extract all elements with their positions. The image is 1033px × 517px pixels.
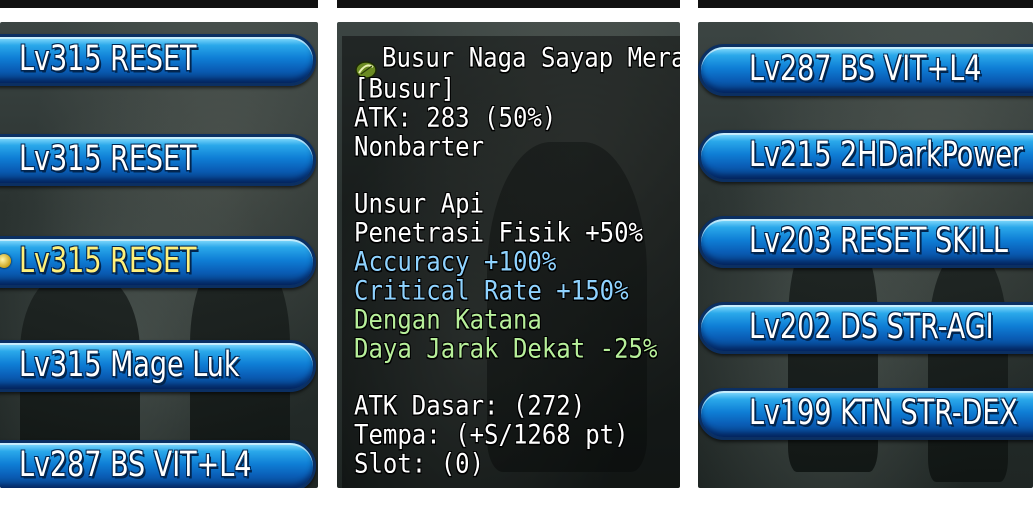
list-item-label: Lv215 2HDarkPower (749, 135, 1024, 176)
item-tooltip: Busur Naga Sayap Merah [Busur] ATK: 283 … (342, 36, 680, 488)
item-atk: ATK: 283 (50%) (354, 102, 557, 134)
item-element: Unsur Api (354, 188, 485, 220)
list-item[interactable]: Lv202 DS STR-AGI (698, 302, 1033, 354)
item-cond-melee: Daya Jarak Dekat -25% (354, 333, 658, 365)
list-item-label: Lv287 BS VIT+L4 (749, 49, 982, 90)
list-item-label: Lv287 BS VIT+L4 (19, 445, 252, 486)
list-item-label: Lv202 DS STR-AGI (749, 307, 994, 348)
list-item[interactable]: Lv315 RESET (0, 34, 316, 86)
item-stat-accuracy: Accuracy +100% (354, 246, 557, 278)
list-item[interactable]: Lv315 Mage Luk (0, 340, 316, 392)
background-rock (928, 252, 1008, 482)
item-stat-crit: Critical Rate +150% (354, 275, 629, 307)
item-refine: Tempa: (+S/1268 pt) (354, 419, 629, 451)
item-category: [Busur] (354, 73, 456, 105)
right-list-panel: Lv287 BS VIT+L4 Lv215 2HDarkPower Lv203 … (698, 22, 1033, 488)
list-item[interactable]: Lv199 KTN STR-DEX (698, 388, 1033, 440)
left-list-panel: Lv315 RESET Lv315 RESET Lv315 RESET Lv31… (0, 22, 318, 488)
item-cond-katana: Dengan Katana (354, 304, 542, 336)
list-item-label: Lv315 RESET (19, 139, 197, 180)
list-item[interactable]: Lv315 RESET (0, 134, 316, 186)
list-item-selected[interactable]: Lv315 RESET (0, 236, 316, 288)
top-strip-middle (337, 0, 680, 8)
top-strip-right (698, 0, 1033, 8)
list-item-label: Lv315 Mage Luk (19, 345, 240, 386)
list-item[interactable]: Lv215 2HDarkPower (698, 130, 1033, 182)
item-title: Busur Naga Sayap Merah (382, 42, 680, 74)
top-strip-left (0, 0, 318, 8)
selection-cursor-icon (0, 254, 11, 268)
item-stat-phys-pen: Penetrasi Fisik +50% (354, 217, 643, 249)
list-item-label: Lv315 RESET (19, 241, 197, 282)
list-item-label: Lv199 KTN STR-DEX (749, 393, 1018, 434)
list-item[interactable]: Lv203 RESET SKILL (698, 216, 1033, 268)
list-item[interactable]: Lv287 BS VIT+L4 (0, 440, 316, 488)
item-trade-status: Nonbarter (354, 131, 485, 163)
item-slot: Slot: (0) (354, 448, 485, 480)
list-item-label: Lv203 RESET SKILL (749, 221, 1008, 262)
item-base-atk: ATK Dasar: (272) (354, 390, 586, 422)
list-item-label: Lv315 RESET (19, 39, 197, 80)
item-tooltip-panel: Busur Naga Sayap Merah [Busur] ATK: 283 … (337, 22, 680, 488)
list-item[interactable]: Lv287 BS VIT+L4 (698, 44, 1033, 96)
